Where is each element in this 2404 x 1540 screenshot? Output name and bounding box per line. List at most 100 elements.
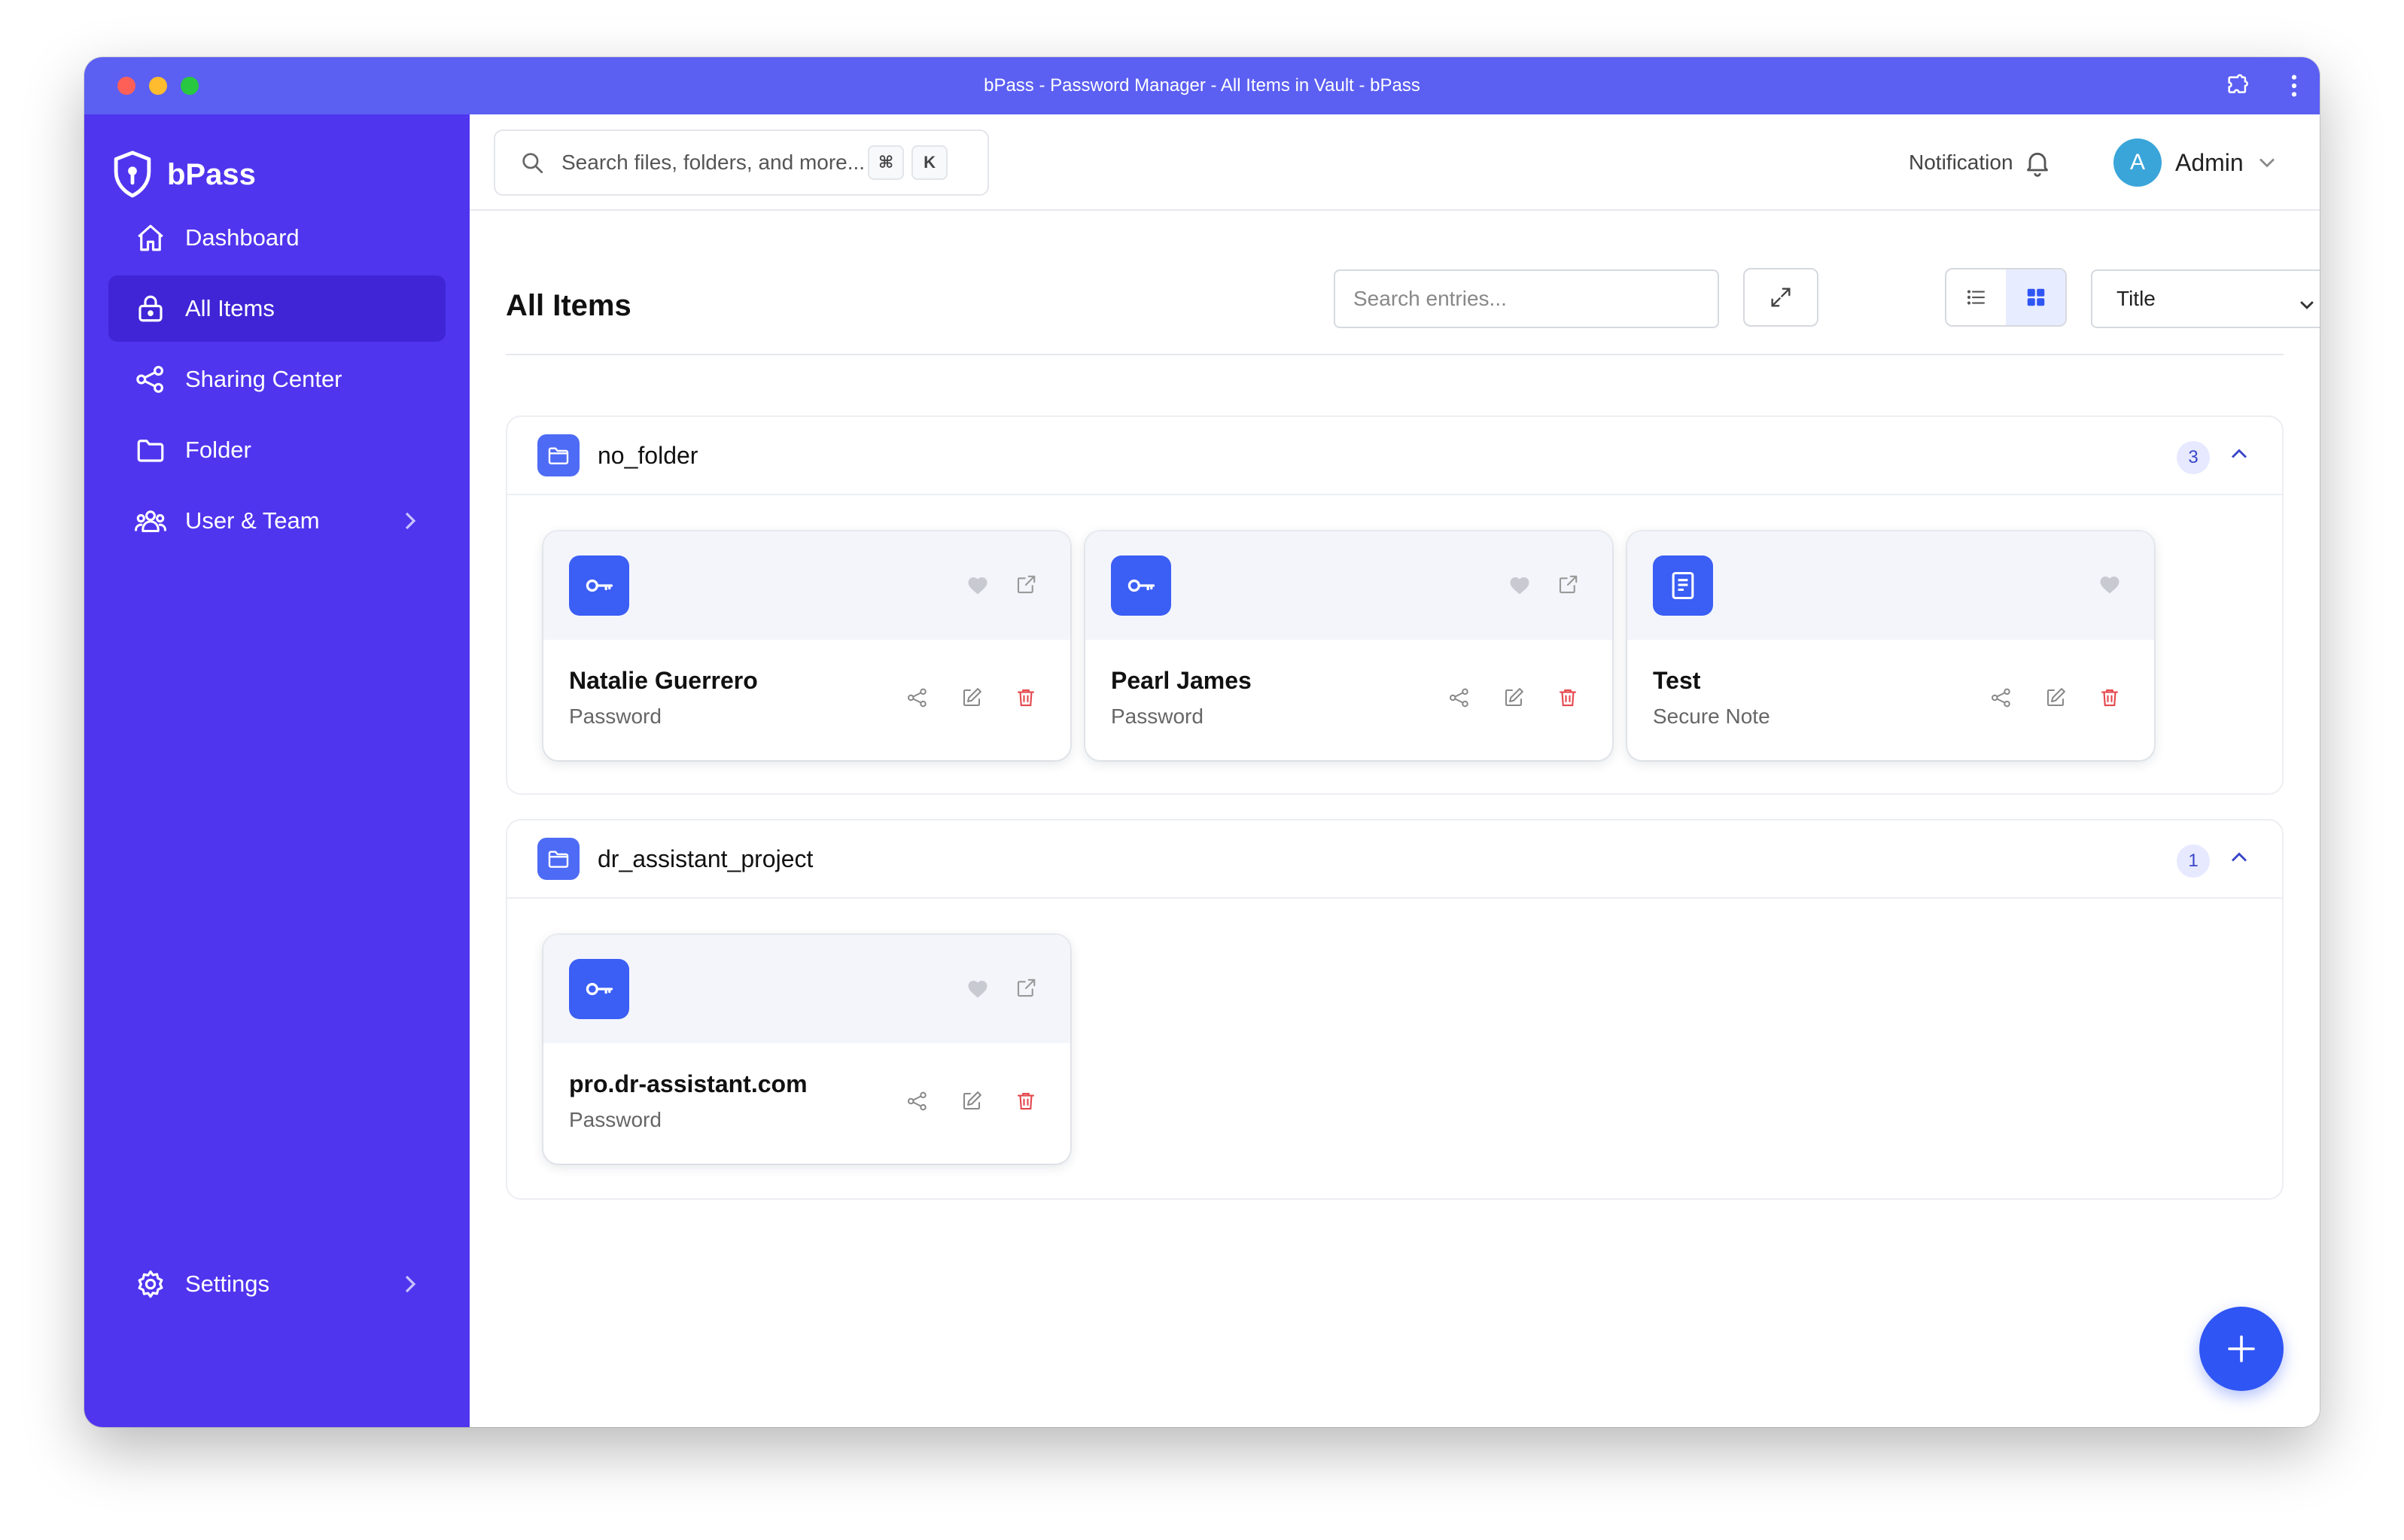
item-title: Test (1653, 667, 1701, 694)
title-bar: bPass - Password Manager - All Items in … (84, 57, 2320, 114)
grid-view-button[interactable] (2006, 269, 2065, 325)
folder-group-header[interactable]: no_folder 3 (507, 417, 2282, 495)
sort-value: Title (2116, 287, 2156, 310)
chevron-right-icon (400, 1274, 418, 1301)
top-bar: Search files, folders, and more... ⌘ K N… (470, 114, 2320, 211)
user-menu[interactable]: A Admin (2113, 114, 2277, 211)
list-icon (1965, 286, 1988, 309)
item-type: Password (569, 1108, 662, 1131)
item-card[interactable]: Pearl James Password (1085, 531, 1612, 760)
chevron-down-icon (2257, 156, 2277, 169)
share-icon[interactable] (906, 1090, 929, 1116)
sidebar-item-label: User & Team (185, 507, 320, 534)
more-options-icon[interactable] (2290, 73, 2299, 99)
item-title: Natalie Guerrero (569, 667, 758, 694)
expand-button[interactable] (1743, 268, 1818, 327)
key-icon (1111, 555, 1171, 616)
brand-name: bPass (167, 157, 256, 191)
view-toggle (1945, 268, 2067, 327)
lock-icon (134, 292, 167, 325)
users-icon (134, 504, 167, 537)
shortcut-key-command: ⌘ (868, 145, 905, 180)
sidebar-item-folder[interactable]: Folder (108, 417, 446, 483)
expand-icon (1768, 285, 1794, 310)
extension-icon[interactable] (2225, 73, 2250, 99)
open-link-icon[interactable] (1015, 977, 1037, 1003)
brand-logo[interactable]: bPass (110, 149, 256, 200)
favorite-heart-icon[interactable] (2098, 574, 2121, 598)
gear-icon (134, 1268, 167, 1301)
delete-icon[interactable] (1015, 686, 1037, 713)
home-icon (134, 221, 167, 254)
sidebar-item-all-items[interactable]: All Items (108, 275, 446, 342)
item-card[interactable]: pro.dr-assistant.com Password (543, 935, 1070, 1164)
key-icon (569, 959, 629, 1019)
folder-icon (134, 434, 167, 467)
edit-icon[interactable] (960, 686, 983, 713)
chevron-down-icon (2299, 292, 2315, 316)
sidebar-item-label: Dashboard (185, 224, 300, 251)
folder-group-dr-assistant-project: dr_assistant_project 1 pro.dr-assistant.… (506, 819, 2284, 1200)
item-count-badge: 3 (2177, 441, 2210, 474)
search-icon (519, 150, 545, 175)
item-title: Pearl James (1111, 667, 1252, 694)
item-type: Password (569, 705, 662, 728)
favorite-heart-icon[interactable] (966, 978, 989, 1003)
notification-button[interactable]: Notification (1909, 114, 2053, 211)
share-icon (134, 363, 167, 396)
key-icon (569, 555, 629, 616)
sidebar-item-label: Folder (185, 437, 251, 463)
folder-group-name: dr_assistant_project (598, 845, 814, 872)
item-type: Password (1111, 705, 1204, 728)
edit-icon[interactable] (1502, 686, 1525, 713)
item-count-badge: 1 (2177, 845, 2210, 878)
sidebar-item-label: Sharing Center (185, 366, 342, 392)
sidebar-item-dashboard[interactable]: Dashboard (108, 205, 446, 271)
folder-icon (537, 838, 580, 880)
note-icon (1653, 555, 1713, 616)
add-item-button[interactable] (2199, 1307, 2284, 1391)
folder-group-header[interactable]: dr_assistant_project 1 (507, 820, 2282, 899)
item-title: pro.dr-assistant.com (569, 1070, 808, 1097)
search-entries-input[interactable]: Search entries... (1334, 269, 1719, 328)
chevron-up-icon[interactable] (2229, 851, 2249, 868)
item-card[interactable]: Test Secure Note (1627, 531, 2154, 760)
folder-icon (537, 434, 580, 476)
share-icon[interactable] (906, 686, 929, 713)
sidebar-item-sharing-center[interactable]: Sharing Center (108, 346, 446, 412)
bell-icon (2022, 148, 2053, 178)
global-search-input[interactable]: Search files, folders, and more... ⌘ K (494, 129, 989, 196)
shortcut-key-k: K (911, 145, 948, 180)
folder-group-no-folder: no_folder 3 Natalie Guerrero Password Pe… (506, 415, 2284, 795)
notification-label: Notification (1909, 151, 2013, 174)
open-link-icon[interactable] (1557, 574, 1579, 600)
share-icon[interactable] (1448, 686, 1471, 713)
chevron-up-icon[interactable] (2229, 447, 2249, 464)
sidebar-item-label: Settings (185, 1271, 270, 1297)
chevron-right-icon (400, 510, 418, 537)
favorite-heart-icon[interactable] (1508, 574, 1531, 599)
folder-group-name: no_folder (598, 441, 698, 469)
shield-icon (114, 151, 151, 198)
sidebar: bPass Dashboard All Items Sharing Center (84, 114, 470, 1427)
delete-icon[interactable] (2098, 686, 2121, 713)
delete-icon[interactable] (1015, 1090, 1037, 1116)
open-link-icon[interactable] (1015, 574, 1037, 600)
sidebar-item-settings[interactable]: Settings (108, 1251, 446, 1317)
user-name: Admin (2175, 148, 2244, 176)
avatar: A (2113, 138, 2162, 187)
sort-select[interactable]: Title (2091, 269, 2320, 328)
sidebar-item-label: All Items (185, 295, 275, 321)
list-view-button[interactable] (1946, 269, 2006, 325)
edit-icon[interactable] (2044, 686, 2067, 713)
sidebar-item-user-team[interactable]: User & Team (108, 488, 446, 554)
search-placeholder: Search files, folders, and more... (561, 151, 866, 174)
delete-icon[interactable] (1557, 686, 1579, 713)
edit-icon[interactable] (960, 1090, 983, 1116)
app-window: bPass - Password Manager - All Items in … (84, 57, 2320, 1427)
favorite-heart-icon[interactable] (966, 574, 989, 599)
item-type: Secure Note (1653, 705, 1770, 728)
item-card[interactable]: Natalie Guerrero Password (543, 531, 1070, 760)
page-title: All Items (506, 289, 631, 322)
share-icon[interactable] (1990, 686, 2013, 713)
